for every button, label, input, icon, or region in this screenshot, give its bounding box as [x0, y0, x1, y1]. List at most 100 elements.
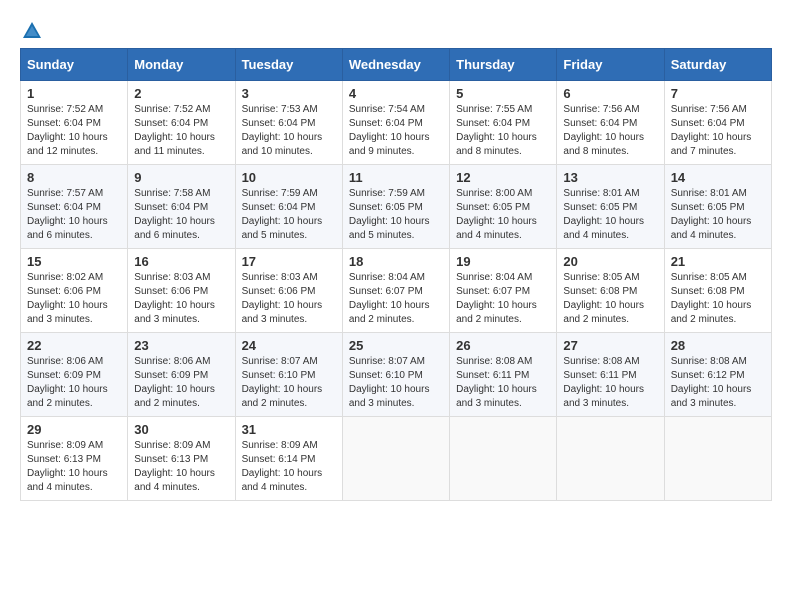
weekday-header-sunday: Sunday [21, 49, 128, 81]
calendar-cell: 3 Sunrise: 7:53 AMSunset: 6:04 PMDayligh… [235, 81, 342, 165]
day-info: Sunrise: 7:59 AMSunset: 6:04 PMDaylight:… [242, 187, 336, 243]
weekday-header-friday: Friday [557, 49, 664, 81]
day-info: Sunrise: 8:07 AMSunset: 6:10 PMDaylight:… [242, 355, 336, 411]
weekday-header-monday: Monday [128, 49, 235, 81]
calendar-cell: 8 Sunrise: 7:57 AMSunset: 6:04 PMDayligh… [21, 165, 128, 249]
calendar-cell: 30 Sunrise: 8:09 AMSunset: 6:13 PMDaylig… [128, 417, 235, 501]
calendar-cell: 16 Sunrise: 8:03 AMSunset: 6:06 PMDaylig… [128, 249, 235, 333]
day-info: Sunrise: 7:52 AMSunset: 6:04 PMDaylight:… [134, 103, 228, 159]
calendar-week-5: 29 Sunrise: 8:09 AMSunset: 6:13 PMDaylig… [21, 417, 772, 501]
calendar-cell: 19 Sunrise: 8:04 AMSunset: 6:07 PMDaylig… [450, 249, 557, 333]
day-info: Sunrise: 8:09 AMSunset: 6:13 PMDaylight:… [134, 439, 228, 495]
day-number: 29 [27, 422, 121, 437]
day-info: Sunrise: 7:53 AMSunset: 6:04 PMDaylight:… [242, 103, 336, 159]
day-number: 26 [456, 338, 550, 353]
calendar-cell: 20 Sunrise: 8:05 AMSunset: 6:08 PMDaylig… [557, 249, 664, 333]
day-number: 14 [671, 170, 765, 185]
day-number: 24 [242, 338, 336, 353]
calendar-cell: 5 Sunrise: 7:55 AMSunset: 6:04 PMDayligh… [450, 81, 557, 165]
calendar-cell: 31 Sunrise: 8:09 AMSunset: 6:14 PMDaylig… [235, 417, 342, 501]
calendar-cell: 14 Sunrise: 8:01 AMSunset: 6:05 PMDaylig… [664, 165, 771, 249]
day-number: 30 [134, 422, 228, 437]
day-number: 23 [134, 338, 228, 353]
calendar-week-4: 22 Sunrise: 8:06 AMSunset: 6:09 PMDaylig… [21, 333, 772, 417]
day-info: Sunrise: 8:01 AMSunset: 6:05 PMDaylight:… [671, 187, 765, 243]
day-number: 8 [27, 170, 121, 185]
day-info: Sunrise: 8:05 AMSunset: 6:08 PMDaylight:… [671, 271, 765, 327]
calendar-cell: 17 Sunrise: 8:03 AMSunset: 6:06 PMDaylig… [235, 249, 342, 333]
calendar-cell: 4 Sunrise: 7:54 AMSunset: 6:04 PMDayligh… [342, 81, 449, 165]
calendar-cell: 13 Sunrise: 8:01 AMSunset: 6:05 PMDaylig… [557, 165, 664, 249]
day-info: Sunrise: 7:54 AMSunset: 6:04 PMDaylight:… [349, 103, 443, 159]
calendar-cell: 2 Sunrise: 7:52 AMSunset: 6:04 PMDayligh… [128, 81, 235, 165]
calendar-week-3: 15 Sunrise: 8:02 AMSunset: 6:06 PMDaylig… [21, 249, 772, 333]
calendar-cell: 7 Sunrise: 7:56 AMSunset: 6:04 PMDayligh… [664, 81, 771, 165]
day-number: 7 [671, 86, 765, 101]
day-number: 31 [242, 422, 336, 437]
calendar-cell: 21 Sunrise: 8:05 AMSunset: 6:08 PMDaylig… [664, 249, 771, 333]
calendar-cell: 26 Sunrise: 8:08 AMSunset: 6:11 PMDaylig… [450, 333, 557, 417]
day-info: Sunrise: 7:56 AMSunset: 6:04 PMDaylight:… [563, 103, 657, 159]
page-header [20, 20, 772, 38]
day-info: Sunrise: 8:00 AMSunset: 6:05 PMDaylight:… [456, 187, 550, 243]
day-info: Sunrise: 8:07 AMSunset: 6:10 PMDaylight:… [349, 355, 443, 411]
calendar-header-row: SundayMondayTuesdayWednesdayThursdayFrid… [21, 49, 772, 81]
day-info: Sunrise: 7:56 AMSunset: 6:04 PMDaylight:… [671, 103, 765, 159]
calendar-body: 1 Sunrise: 7:52 AMSunset: 6:04 PMDayligh… [21, 81, 772, 501]
calendar-cell: 27 Sunrise: 8:08 AMSunset: 6:11 PMDaylig… [557, 333, 664, 417]
day-number: 4 [349, 86, 443, 101]
day-number: 3 [242, 86, 336, 101]
weekday-header-saturday: Saturday [664, 49, 771, 81]
day-info: Sunrise: 7:55 AMSunset: 6:04 PMDaylight:… [456, 103, 550, 159]
day-number: 21 [671, 254, 765, 269]
logo-icon [21, 20, 43, 42]
day-info: Sunrise: 8:09 AMSunset: 6:14 PMDaylight:… [242, 439, 336, 495]
calendar-cell: 10 Sunrise: 7:59 AMSunset: 6:04 PMDaylig… [235, 165, 342, 249]
weekday-header-wednesday: Wednesday [342, 49, 449, 81]
calendar-cell: 25 Sunrise: 8:07 AMSunset: 6:10 PMDaylig… [342, 333, 449, 417]
day-number: 18 [349, 254, 443, 269]
day-info: Sunrise: 8:06 AMSunset: 6:09 PMDaylight:… [27, 355, 121, 411]
weekday-header-tuesday: Tuesday [235, 49, 342, 81]
calendar-cell: 1 Sunrise: 7:52 AMSunset: 6:04 PMDayligh… [21, 81, 128, 165]
day-info: Sunrise: 8:09 AMSunset: 6:13 PMDaylight:… [27, 439, 121, 495]
calendar-cell: 18 Sunrise: 8:04 AMSunset: 6:07 PMDaylig… [342, 249, 449, 333]
calendar-cell: 12 Sunrise: 8:00 AMSunset: 6:05 PMDaylig… [450, 165, 557, 249]
day-number: 11 [349, 170, 443, 185]
day-number: 17 [242, 254, 336, 269]
day-number: 2 [134, 86, 228, 101]
calendar-cell: 29 Sunrise: 8:09 AMSunset: 6:13 PMDaylig… [21, 417, 128, 501]
calendar-cell [557, 417, 664, 501]
calendar-cell: 9 Sunrise: 7:58 AMSunset: 6:04 PMDayligh… [128, 165, 235, 249]
day-info: Sunrise: 8:08 AMSunset: 6:12 PMDaylight:… [671, 355, 765, 411]
calendar-cell: 23 Sunrise: 8:06 AMSunset: 6:09 PMDaylig… [128, 333, 235, 417]
day-info: Sunrise: 8:05 AMSunset: 6:08 PMDaylight:… [563, 271, 657, 327]
calendar-week-2: 8 Sunrise: 7:57 AMSunset: 6:04 PMDayligh… [21, 165, 772, 249]
day-info: Sunrise: 7:52 AMSunset: 6:04 PMDaylight:… [27, 103, 121, 159]
day-number: 6 [563, 86, 657, 101]
calendar-cell: 11 Sunrise: 7:59 AMSunset: 6:05 PMDaylig… [342, 165, 449, 249]
calendar-cell [664, 417, 771, 501]
calendar-cell: 6 Sunrise: 7:56 AMSunset: 6:04 PMDayligh… [557, 81, 664, 165]
day-number: 9 [134, 170, 228, 185]
calendar-cell [450, 417, 557, 501]
day-number: 20 [563, 254, 657, 269]
weekday-header-thursday: Thursday [450, 49, 557, 81]
day-number: 28 [671, 338, 765, 353]
calendar-cell: 22 Sunrise: 8:06 AMSunset: 6:09 PMDaylig… [21, 333, 128, 417]
day-info: Sunrise: 8:01 AMSunset: 6:05 PMDaylight:… [563, 187, 657, 243]
day-info: Sunrise: 8:08 AMSunset: 6:11 PMDaylight:… [563, 355, 657, 411]
calendar-week-1: 1 Sunrise: 7:52 AMSunset: 6:04 PMDayligh… [21, 81, 772, 165]
day-number: 10 [242, 170, 336, 185]
day-info: Sunrise: 8:08 AMSunset: 6:11 PMDaylight:… [456, 355, 550, 411]
day-info: Sunrise: 8:03 AMSunset: 6:06 PMDaylight:… [134, 271, 228, 327]
calendar-cell: 15 Sunrise: 8:02 AMSunset: 6:06 PMDaylig… [21, 249, 128, 333]
day-number: 16 [134, 254, 228, 269]
calendar-cell [342, 417, 449, 501]
day-info: Sunrise: 8:06 AMSunset: 6:09 PMDaylight:… [134, 355, 228, 411]
day-number: 25 [349, 338, 443, 353]
day-number: 15 [27, 254, 121, 269]
calendar-cell: 24 Sunrise: 8:07 AMSunset: 6:10 PMDaylig… [235, 333, 342, 417]
calendar-cell: 28 Sunrise: 8:08 AMSunset: 6:12 PMDaylig… [664, 333, 771, 417]
day-number: 27 [563, 338, 657, 353]
